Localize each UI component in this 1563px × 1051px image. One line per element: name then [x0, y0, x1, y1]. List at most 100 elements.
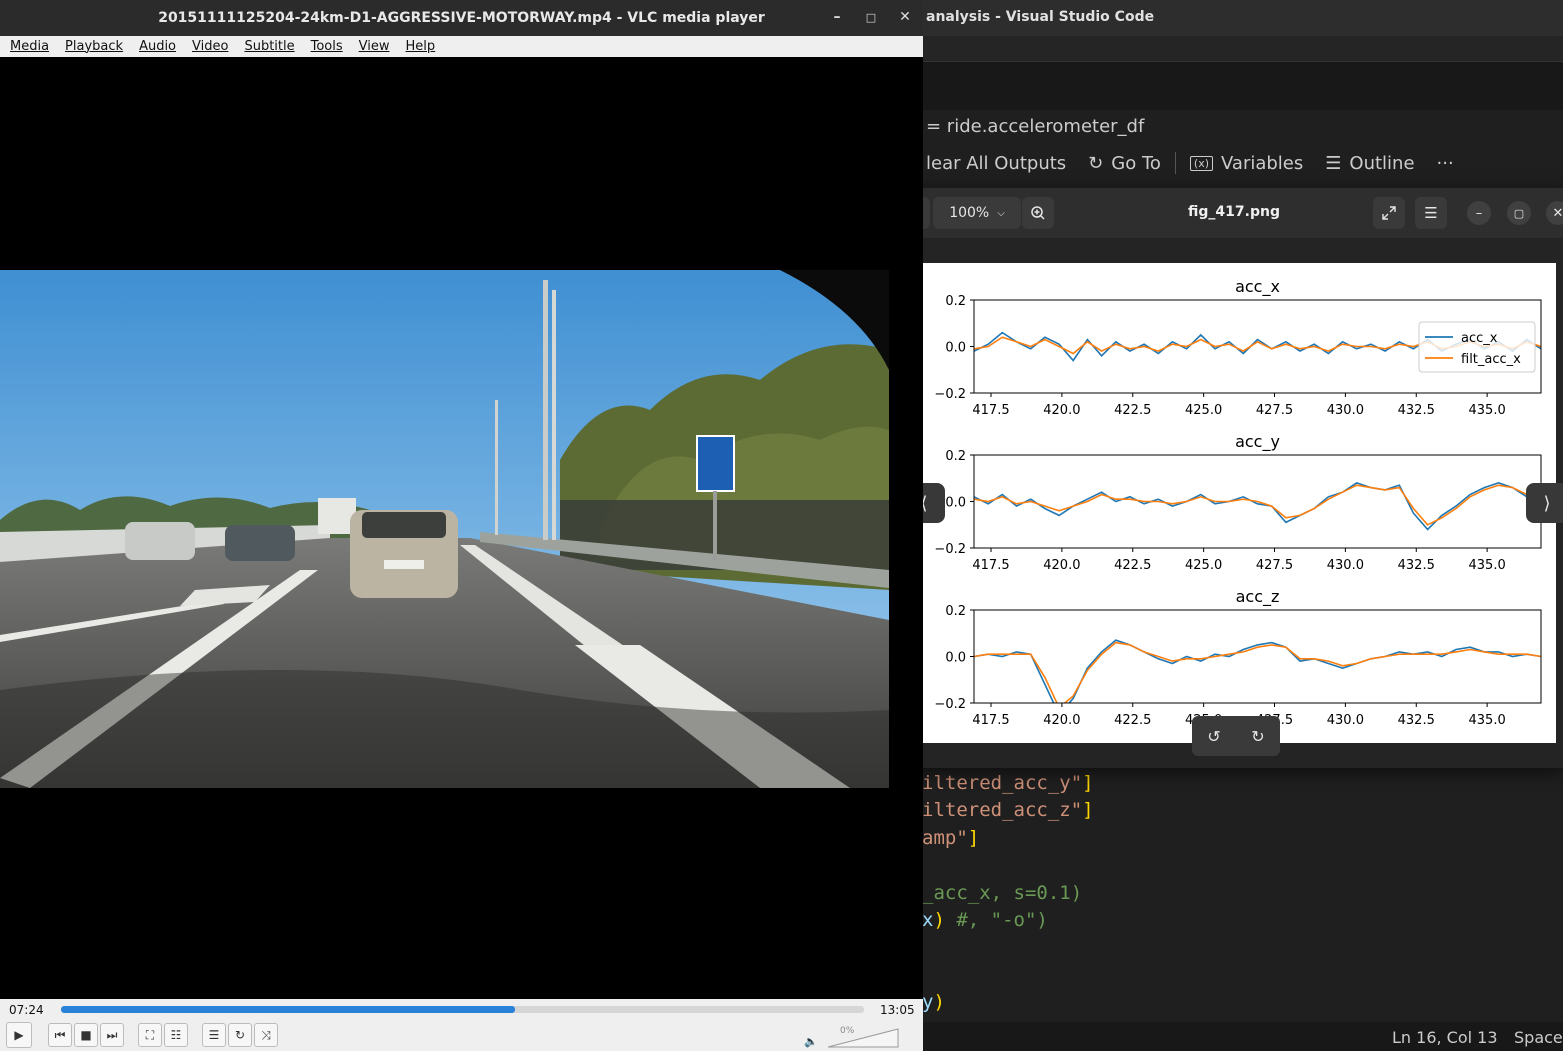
y-tick-label: −0.2 [934, 697, 966, 712]
maximize-icon: □ [865, 11, 877, 24]
code-line: y) [922, 989, 1094, 1016]
subplot-title: acc_z [1236, 587, 1280, 607]
y-tick-label: 0.2 [945, 604, 966, 619]
menu-view[interactable]: View [359, 39, 390, 54]
close-button[interactable]: ✕ [896, 9, 914, 25]
next-image-button[interactable]: ⟩ [1526, 483, 1563, 523]
x-tick-label: 422.5 [1114, 403, 1151, 418]
x-tick-label: 430.0 [1327, 403, 1364, 418]
zoom-level-dropdown[interactable]: 100% ⌵ [933, 197, 1021, 229]
y-tick-label: −0.2 [934, 387, 966, 402]
breadcrumb[interactable]: = ride.accelerometer_df [926, 116, 1144, 137]
rotate-right-button[interactable]: ↻ [1251, 727, 1264, 746]
code-line: amp"] [922, 825, 1094, 852]
x-tick-label: 422.5 [1114, 713, 1151, 728]
menu-subtitle[interactable]: Subtitle [244, 39, 294, 54]
toolbar-divider [1174, 152, 1176, 174]
y-tick-label: 0.0 [945, 341, 966, 356]
loop-button[interactable]: ↻ [228, 1023, 252, 1047]
video-area[interactable] [0, 57, 923, 999]
code-line: iltered_acc_z"] [922, 797, 1094, 824]
x-tick-label: 425.0 [1185, 558, 1222, 573]
variables-button[interactable]: (x) Variables [1189, 152, 1304, 174]
indentation-setting[interactable]: Spaces [1514, 1028, 1563, 1047]
x-tick-label: 432.5 [1398, 558, 1435, 573]
play-button[interactable]: ▶ [6, 1022, 32, 1048]
x-tick-label: 430.0 [1327, 713, 1364, 728]
x-tick-label: 427.5 [1256, 403, 1293, 418]
video-frame [0, 270, 889, 788]
chevron-down-icon: ⌵ [997, 207, 1005, 219]
menu-video[interactable]: Video [192, 39, 228, 54]
stop-button[interactable]: ■ [74, 1023, 98, 1047]
code-token: amp" [922, 826, 968, 849]
stop-icon: ■ [80, 1028, 92, 1042]
x-tick-label: 427.5 [1256, 558, 1293, 573]
vscode-title: analysis - Visual Studio Code [926, 9, 1155, 25]
subplot-title: acc_y [1235, 432, 1280, 452]
code-line: iltered_acc_y"] [922, 770, 1094, 797]
code-token: ] [1082, 772, 1094, 794]
rotate-left-icon: ↺ [1207, 726, 1221, 746]
code-editor[interactable]: iltered_acc_y"] iltered_acc_z"] amp"] _a… [922, 770, 1094, 1017]
previous-button[interactable]: ⏮ [48, 1023, 72, 1047]
minimize-button[interactable]: – [828, 9, 846, 25]
seek-bar-progress [61, 1006, 515, 1013]
more-actions-button[interactable]: ··· [1437, 153, 1454, 174]
next-button[interactable]: ⏭ [100, 1023, 124, 1047]
volume-slider[interactable] [828, 1028, 900, 1048]
previous-icon: ⏮ [54, 1027, 66, 1042]
outline-button[interactable]: ☰ Outline [1325, 153, 1414, 174]
play-icon: ▶ [14, 1028, 24, 1042]
code-token: ] [967, 826, 980, 849]
loop-icon: ↻ [234, 1028, 246, 1042]
menu-tools[interactable]: Tools [311, 39, 343, 54]
maximize-button[interactable]: □ [862, 11, 880, 24]
main-menu-button[interactable]: ☰ [1415, 197, 1447, 229]
total-time[interactable]: 13:05 [880, 1003, 915, 1017]
image-viewer-header: 100% ⌵ fig_417.png ☰ – ▢ ✕ [889, 188, 1563, 238]
image-canvas[interactable]: acc_x 0.2 0.0 −0.2 417.5 420.0 422.5 425.0 427.5… [916, 263, 1556, 743]
y-tick-label: 0.0 [945, 651, 966, 666]
axes-frame [973, 609, 1542, 704]
zoom-level: 100% [949, 205, 990, 221]
shuffle-button[interactable]: ⤨ [254, 1023, 278, 1047]
variables-label: Variables [1221, 152, 1304, 174]
menu-playback[interactable]: Playback [65, 39, 123, 54]
clear-all-outputs-button[interactable]: lear All Outputs [926, 153, 1066, 174]
maximize-button[interactable]: ▢ [1507, 201, 1531, 225]
x-tick-label: 435.0 [1469, 558, 1506, 573]
rotate-left-button[interactable]: ↺ [1207, 727, 1220, 746]
vlc-menubar: Media Playback Audio Video Subtitle Tool… [0, 36, 923, 57]
go-to-button[interactable]: ↻ Go To [1088, 153, 1161, 174]
refresh-icon: ↻ [1088, 152, 1104, 174]
x-tick-label: 422.5 [1114, 558, 1151, 573]
close-button[interactable]: ✕ [1546, 201, 1563, 225]
cursor-position[interactable]: Ln 16, Col 13 [1392, 1028, 1498, 1047]
fullscreen-icon: ⛶ [145, 1027, 155, 1042]
x-tick-label: 425.0 [1185, 403, 1222, 418]
series-line-acc_y [974, 482, 1541, 531]
extended-settings-button[interactable]: ☷ [164, 1023, 188, 1047]
fullscreen-button[interactable] [1373, 197, 1405, 229]
seek-bar[interactable] [61, 1006, 864, 1013]
series-line-filt_acc_y [974, 484, 1541, 526]
fullscreen-button[interactable]: ⛶ [138, 1023, 162, 1047]
zoom-in-button[interactable] [1022, 197, 1054, 229]
x-tick-label: 420.0 [1043, 558, 1080, 573]
series-line-filt_acc_z [974, 641, 1541, 703]
menu-help[interactable]: Help [406, 39, 436, 54]
x-tick-label: 435.0 [1469, 403, 1506, 418]
playlist-button[interactable]: ☰ [202, 1023, 226, 1047]
menu-audio[interactable]: Audio [139, 39, 176, 54]
more-actions-icon: ··· [1436, 152, 1454, 174]
minimize-icon: – [833, 9, 841, 25]
menu-media[interactable]: Media [10, 39, 49, 54]
x-tick-label: 430.0 [1327, 558, 1364, 573]
extended-settings-icon: ☷ [170, 1028, 182, 1042]
minimize-button[interactable]: – [1467, 201, 1491, 225]
speaker-icon[interactable]: 🔈 [804, 1035, 818, 1048]
x-tick-label: 420.0 [1043, 403, 1080, 418]
